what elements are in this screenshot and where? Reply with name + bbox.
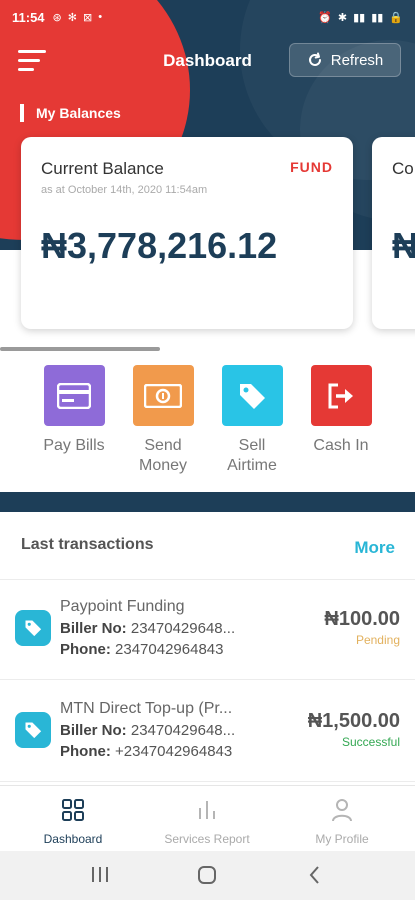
battery-icon: 🔒 [389, 11, 403, 24]
card-title: Current Balance [41, 159, 164, 178]
transactions-header: Last transactions More [0, 512, 415, 580]
transaction-name: MTN Direct Top-up (Pr... [60, 700, 233, 717]
more-link[interactable]: More [354, 538, 395, 558]
phone-line: Phone: 2347042964843 [60, 641, 223, 658]
bluetooth-icon: ✱ [337, 11, 348, 24]
bar-chart-icon [199, 801, 215, 819]
dashboard-top: 11:54 ⊛ ✻ ⊠ • ⏰ ✱ ▮▮ ▮▮ 🔒 Dashboard Refr… [0, 0, 415, 492]
refresh-button[interactable]: Refresh [289, 43, 401, 77]
credit-card-icon [43, 365, 105, 426]
app-header: Dashboard Refresh [0, 40, 415, 84]
phone-line: Phone: +2347042964843 [60, 743, 232, 760]
section-divider [0, 492, 415, 512]
biller-line: Biller No: 23470429648... [60, 620, 235, 637]
transaction-amount: ₦100.00 [324, 608, 400, 630]
transaction-status: Successful [341, 735, 400, 749]
phone-value: 2347042964843 [115, 641, 224, 658]
action-label: Cash In [313, 437, 369, 454]
nav-dashboard[interactable]: Dashboard [4, 786, 142, 852]
nav-services-report[interactable]: Services Report [138, 786, 276, 852]
status-time: 11:54 [12, 9, 45, 25]
back-icon[interactable] [305, 864, 325, 886]
grid-icon [62, 799, 84, 821]
transaction-row[interactable]: MTN Direct Top-up (Pr... Biller No: 2347… [0, 682, 415, 782]
refresh-label: Refresh [330, 51, 384, 69]
phone-label: Phone: [60, 641, 111, 658]
nav-label: My Profile [315, 832, 369, 846]
bottom-navigation: Dashboard Services Report My Profile [0, 785, 415, 851]
biller-label: Biller No: [60, 620, 127, 637]
transaction-amount: ₦1,500.00 [307, 710, 400, 732]
current-balance-card[interactable]: Current Balance FUND as at October 14th,… [21, 137, 353, 329]
user-icon [332, 799, 352, 822]
next-balance-card[interactable]: Co ₦ [372, 137, 415, 329]
card-title-peek: Co [392, 159, 414, 178]
action-sell-airtime[interactable]: Sell Airtime [212, 365, 292, 476]
action-send-money[interactable]: Send Money [123, 365, 203, 476]
tag-icon [221, 365, 283, 426]
banknote-icon [132, 365, 194, 426]
message-icon: ⊠ [82, 11, 93, 24]
transaction-status: Pending [355, 633, 400, 647]
action-cash-in[interactable]: Cash In [301, 365, 381, 456]
tag-icon [15, 610, 51, 646]
quick-actions: Pay Bills Send Money Sell Airtime Cash I… [0, 365, 415, 485]
biller-value: 23470429648... [130, 620, 236, 637]
biller-value: 23470429648... [130, 722, 236, 739]
tag-icon [15, 712, 51, 748]
biller-line: Biller No: 23470429648... [60, 722, 235, 739]
card-timestamp: as at October 14th, 2020 11:54am [41, 184, 208, 196]
exit-arrow-icon [310, 365, 372, 426]
settings-icon: ✻ [67, 11, 77, 24]
biller-label: Biller No: [60, 722, 127, 739]
home-icon[interactable] [197, 864, 219, 886]
action-label: Pay Bills [43, 437, 105, 454]
recent-apps-icon[interactable] [90, 864, 110, 886]
nav-label: Dashboard [43, 832, 103, 846]
transaction-row[interactable]: Paypoint Funding Biller No: 23470429648.… [0, 580, 415, 680]
nav-label: Services Report [164, 832, 250, 846]
signal-icon-2: ▮▮ [371, 11, 384, 24]
status-bar: 11:54 ⊛ ✻ ⊠ • ⏰ ✱ ▮▮ ▮▮ 🔒 [0, 0, 415, 34]
fund-button[interactable]: FUND [290, 159, 333, 175]
action-label: Sell Airtime [227, 437, 277, 474]
action-pay-bills[interactable]: Pay Bills [34, 365, 114, 456]
nav-my-profile[interactable]: My Profile [273, 786, 411, 852]
dot-icon: • [98, 10, 103, 23]
balance-amount-peek: ₦ [392, 225, 415, 266]
phone-value: +2347042964843 [115, 743, 233, 760]
transaction-name: Paypoint Funding [60, 598, 185, 615]
carousel-scrollbar[interactable] [0, 347, 160, 351]
transactions-title: Last transactions [21, 536, 154, 553]
section-marker [20, 104, 24, 122]
phone-label: Phone: [60, 743, 111, 760]
notification-icon: ⊛ [52, 11, 62, 24]
section-my-balances: My Balances [20, 104, 121, 122]
signal-icon: ▮▮ [353, 11, 366, 24]
refresh-icon [308, 52, 321, 66]
section-title: My Balances [36, 105, 121, 121]
balance-amount: ₦3,778,216.12 [41, 225, 278, 266]
alarm-icon: ⏰ [318, 11, 332, 24]
system-navigation-bar [0, 851, 415, 900]
balance-cards[interactable]: Current Balance FUND as at October 14th,… [0, 137, 415, 332]
action-label: Send Money [138, 437, 188, 474]
